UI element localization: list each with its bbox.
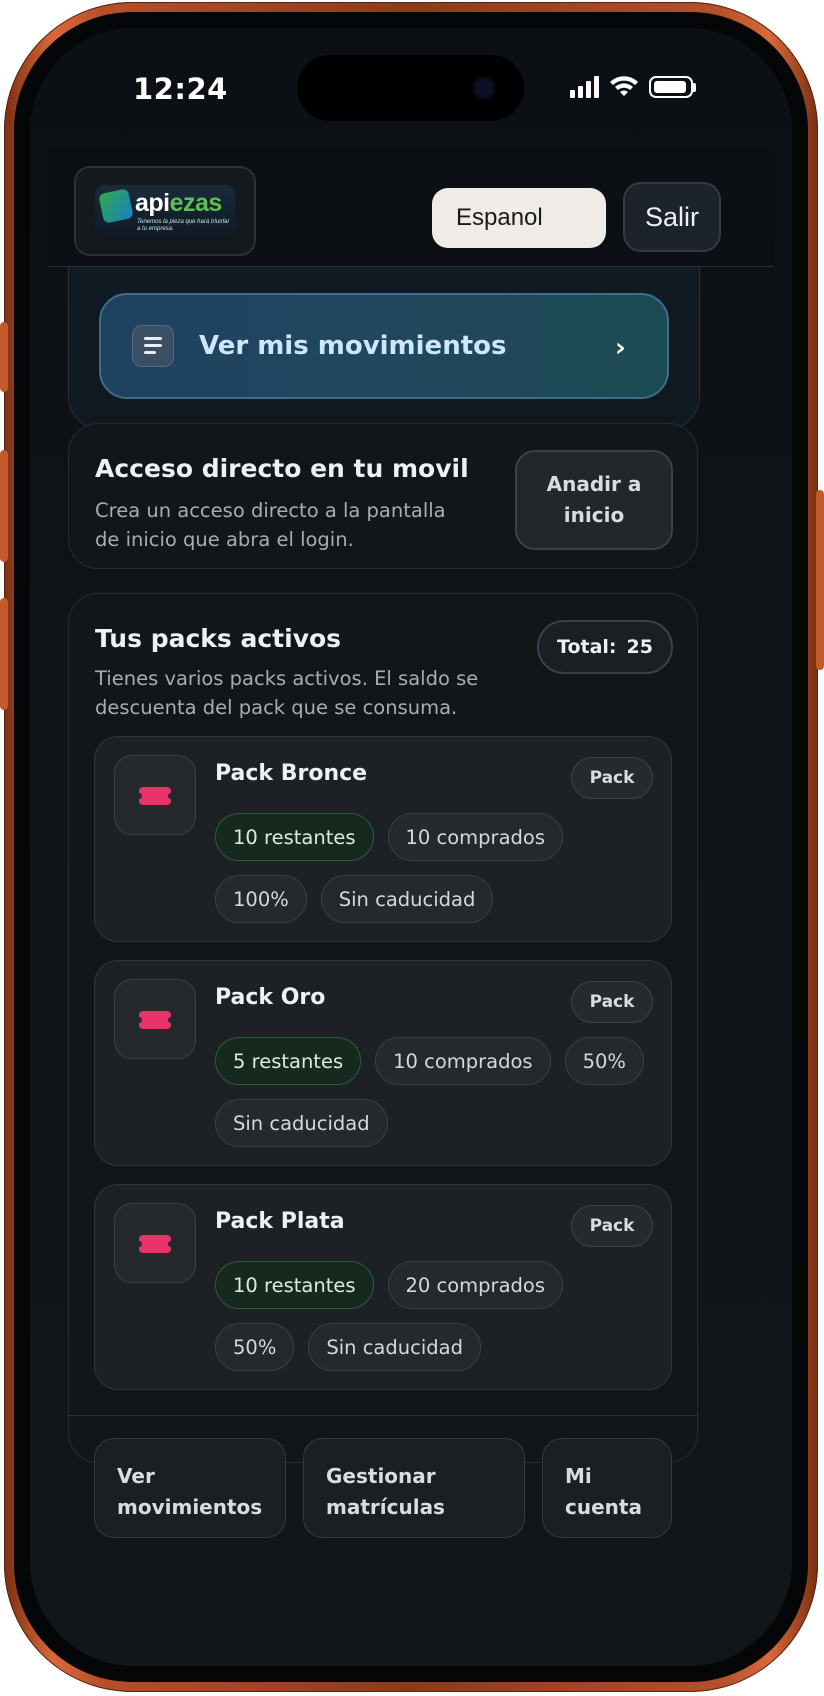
view-my-movements-button[interactable]: Ver mis movimientos › bbox=[99, 293, 669, 399]
view-movements-button[interactable]: Ver movimientos bbox=[94, 1438, 286, 1538]
dynamic-island bbox=[297, 55, 524, 121]
active-packs-card: Tus packs activos Tienes varios packs ac… bbox=[68, 593, 698, 1463]
pack-chips: 5 restantes 10 comprados 50% Sin caducid… bbox=[215, 1037, 655, 1147]
view-my-movements-label: Ver mis movimientos bbox=[199, 331, 507, 361]
shortcut-description: Crea un acceso directo a la pantalla de … bbox=[95, 499, 446, 551]
percent-chip: 50% bbox=[215, 1323, 295, 1371]
expiry-chip: Sin caducidad bbox=[320, 875, 494, 923]
packs-total-badge: Total: 25 bbox=[537, 620, 673, 674]
manage-plates-button[interactable]: Gestionar matrículas bbox=[303, 1438, 525, 1538]
my-account-button[interactable]: Mi cuenta bbox=[542, 1438, 672, 1538]
shortcut-card: Acceso directo en tu movil Crea un acces… bbox=[68, 423, 698, 569]
packs-title: Tus packs activos bbox=[95, 624, 342, 653]
pack-name: Pack Bronce bbox=[215, 761, 368, 786]
remaining-chip: 10 restantes bbox=[215, 1261, 374, 1309]
list-icon bbox=[132, 325, 174, 367]
chevron-right-icon: › bbox=[615, 333, 626, 363]
pack-chips: 10 restantes 10 comprados 100% Sin caduc… bbox=[215, 813, 655, 923]
logout-button[interactable]: Salir bbox=[623, 182, 721, 252]
status-icons bbox=[570, 76, 696, 98]
remaining-chip: 10 restantes bbox=[215, 813, 374, 861]
signal-icon bbox=[570, 76, 599, 98]
puzzle-piece-icon bbox=[98, 188, 134, 224]
purchased-chip: 20 comprados bbox=[387, 1261, 563, 1309]
logo-tagline: Tenemos la pieza que hará triunfar a tu … bbox=[137, 219, 230, 232]
status-time: 12:24 bbox=[133, 72, 228, 106]
pack-name: Pack Oro bbox=[215, 985, 326, 1010]
bottom-divider bbox=[68, 1415, 698, 1416]
expiry-chip: Sin caducidad bbox=[215, 1099, 388, 1147]
volume-down-button bbox=[0, 598, 8, 710]
pack-name: Pack Plata bbox=[215, 1209, 345, 1234]
packs-description: Tienes varios packs activos. El saldo se… bbox=[95, 667, 479, 719]
total-label: Total: bbox=[557, 636, 617, 658]
volume-up-button bbox=[0, 450, 8, 562]
expiry-chip: Sin caducidad bbox=[308, 1323, 481, 1371]
pack-type-badge: Pack bbox=[571, 981, 653, 1023]
pack-card[interactable]: Pack Plata Pack 10 restantes 20 comprado… bbox=[94, 1184, 672, 1390]
remaining-chip: 5 restantes bbox=[215, 1037, 362, 1085]
action-button bbox=[0, 322, 8, 392]
pack-icon bbox=[114, 979, 196, 1059]
percent-chip: 100% bbox=[215, 875, 307, 923]
language-select[interactable]: Espanol bbox=[432, 188, 606, 248]
total-value: 25 bbox=[626, 636, 653, 658]
percent-chip: 50% bbox=[564, 1037, 644, 1085]
pack-type-badge: Pack bbox=[571, 757, 653, 799]
pack-card[interactable]: Pack Bronce Pack 10 restantes 10 comprad… bbox=[94, 736, 672, 942]
pack-card[interactable]: Pack Oro Pack 5 restantes 10 comprados 5… bbox=[94, 960, 672, 1166]
screen: 12:24 Ver mis movimientos › apiezas Tene… bbox=[30, 28, 792, 1666]
logo-image: apiezas Tenemos la pieza que hará triunf… bbox=[95, 185, 235, 237]
battery-icon bbox=[649, 76, 696, 98]
logo[interactable]: apiezas Tenemos la pieza que hará triunf… bbox=[74, 166, 256, 256]
ticket-icon bbox=[136, 1235, 174, 1253]
app-header: apiezas Tenemos la pieza que hará triunf… bbox=[48, 148, 774, 267]
shortcut-title: Acceso directo en tu movil bbox=[95, 454, 469, 483]
purchased-chip: 10 comprados bbox=[375, 1037, 551, 1085]
power-button bbox=[816, 490, 824, 670]
add-to-home-button[interactable]: Anadir a inicio bbox=[515, 450, 673, 550]
ticket-icon bbox=[136, 787, 174, 805]
pack-type-badge: Pack bbox=[571, 1205, 653, 1247]
camera-icon bbox=[474, 78, 494, 98]
logo-wordmark: apiezas bbox=[135, 189, 222, 217]
pack-icon bbox=[114, 1203, 196, 1283]
pack-chips: 10 restantes 20 comprados 50% Sin caduci… bbox=[215, 1261, 655, 1371]
purchased-chip: 10 comprados bbox=[387, 813, 563, 861]
pack-icon bbox=[114, 755, 196, 835]
ticket-icon bbox=[136, 1011, 174, 1029]
wifi-icon bbox=[610, 76, 638, 96]
